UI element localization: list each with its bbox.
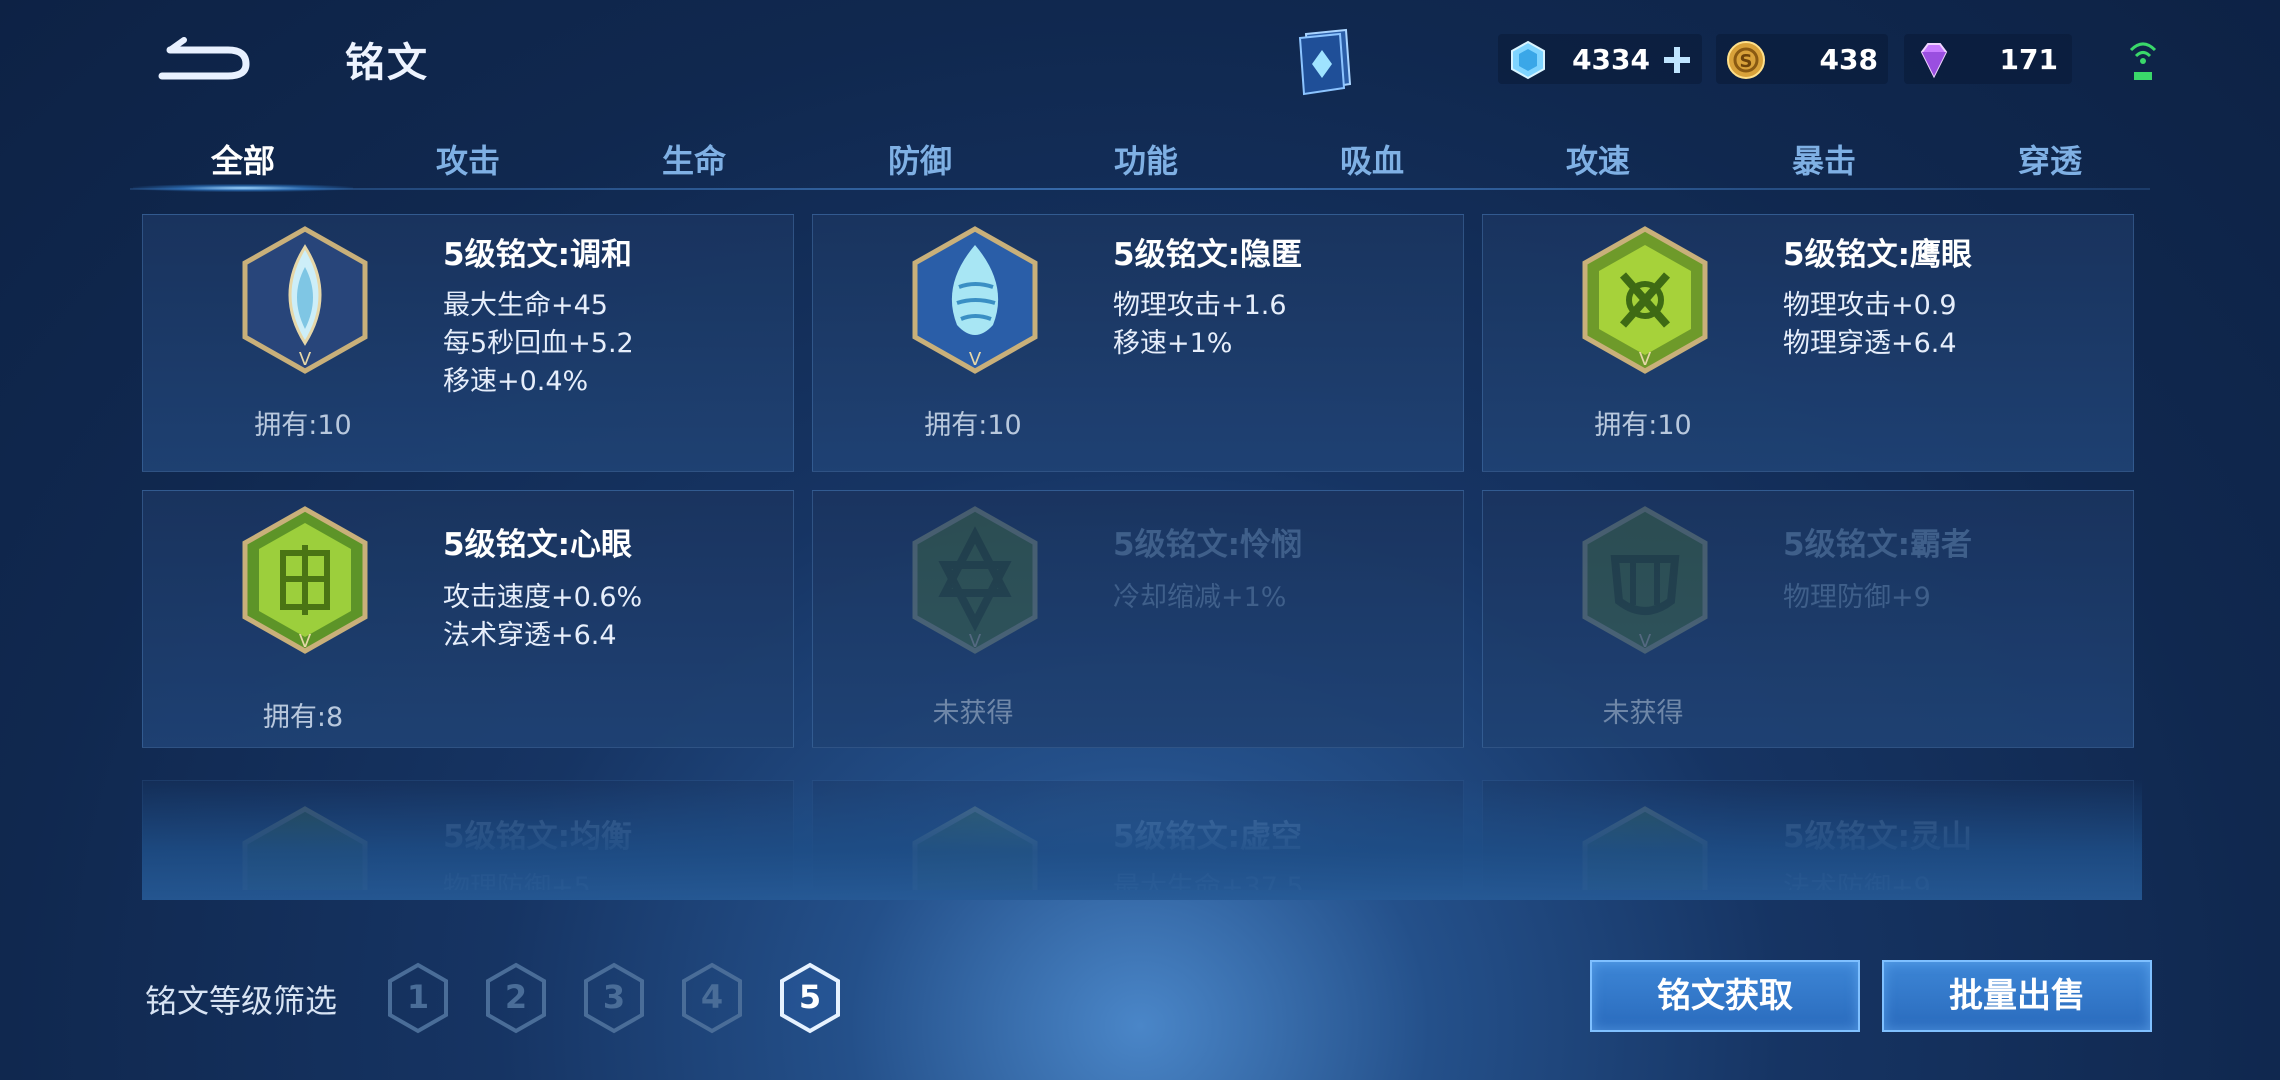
inscription-name: 5级铭文:均衡 bbox=[443, 819, 632, 855]
active-tab-indicator bbox=[133, 184, 353, 192]
tab-penetration[interactable]: 穿透 bbox=[1950, 136, 2150, 182]
inscription-stat: 攻击速度+0.6% bbox=[443, 582, 643, 613]
inscription-stat: 移速+0.4% bbox=[443, 366, 589, 397]
inscription-stat: 每5秒回血+5.2 bbox=[443, 328, 634, 359]
tab-attack-speed[interactable]: 攻速 bbox=[1498, 136, 1698, 182]
owned-count: 拥有:10 bbox=[1594, 410, 1692, 441]
svg-text:S: S bbox=[1740, 51, 1753, 72]
svg-text:V: V bbox=[299, 349, 312, 370]
svg-text:2: 2 bbox=[505, 978, 527, 1016]
owned-count: 拥有:10 bbox=[924, 410, 1022, 441]
wifi-signal-icon bbox=[2129, 42, 2157, 80]
tab-crit[interactable]: 暴击 bbox=[1724, 136, 1924, 182]
acquire-inscription-button[interactable]: 铭文获取 bbox=[1590, 960, 1860, 1032]
svg-text:3: 3 bbox=[603, 978, 625, 1016]
crystal-icon bbox=[1511, 40, 1545, 80]
crystal-value: 4334 bbox=[1572, 43, 1650, 76]
svg-text:5: 5 bbox=[799, 978, 821, 1016]
inscription-name: 5级铭文:怜悯 bbox=[1113, 527, 1302, 563]
svg-text:V: V bbox=[299, 631, 312, 652]
tab-lifesteal[interactable]: 吸血 bbox=[1272, 136, 1472, 182]
svg-text:V: V bbox=[969, 349, 982, 370]
inscription-grid: V 5级铭文:调和 最大生命+45 每5秒回血+5.2 移速+0.4% 拥有:1… bbox=[142, 214, 2142, 890]
gold-value: 438 bbox=[1819, 43, 1878, 76]
inscription-book-icon[interactable] bbox=[1290, 26, 1360, 98]
owned-count: 拥有:10 bbox=[254, 410, 352, 441]
inscription-stat: 法术防御+9 bbox=[1783, 872, 1931, 890]
inscription-stat: 最大生命+37.5 bbox=[1113, 872, 1304, 890]
overlord-inscription-icon: V bbox=[1582, 506, 1708, 654]
level-filter-label: 铭文等级筛选 bbox=[145, 982, 338, 1020]
not-obtained-label: 未获得 bbox=[1602, 698, 1684, 729]
svg-text:V: V bbox=[969, 631, 982, 652]
tab-attack[interactable]: 攻击 bbox=[368, 136, 568, 182]
level-filter-2[interactable]: 2 bbox=[484, 962, 548, 1034]
crystal-currency: 4334 bbox=[1498, 34, 1702, 84]
inscription-stat: 物理攻击+0.9 bbox=[1783, 290, 1957, 321]
inscription-name: 5级铭文:霸者 bbox=[1783, 527, 1972, 563]
void-inscription-icon bbox=[912, 806, 1038, 890]
diamond-currency: 171 bbox=[1904, 34, 2072, 84]
back-arrow-icon bbox=[158, 37, 250, 80]
inscription-card[interactable]: V 5级铭文:隐匿 物理攻击+1.6 移速+1% 拥有:10 bbox=[812, 214, 1464, 472]
level-filter-5[interactable]: 5 bbox=[778, 962, 842, 1034]
back-button[interactable] bbox=[150, 28, 260, 84]
inscription-card[interactable]: V 5级铭文:鹰眼 物理攻击+0.9 物理穿透+6.4 拥有:10 bbox=[1482, 214, 2134, 472]
inscription-name: 5级铭文:心眼 bbox=[443, 527, 632, 563]
inscription-card[interactable]: V 5级铭文:调和 最大生命+45 每5秒回血+5.2 移速+0.4% 拥有:1… bbox=[142, 214, 794, 472]
inscription-name: 5级铭文:隐匿 bbox=[1113, 237, 1302, 273]
diamond-icon bbox=[1920, 43, 1948, 79]
bulk-sell-button[interactable]: 批量出售 bbox=[1882, 960, 2152, 1032]
spirit-mountain-inscription-icon bbox=[1582, 806, 1708, 890]
inscription-stat: 冷却缩减+1% bbox=[1113, 582, 1287, 613]
inscription-stat: 物理攻击+1.6 bbox=[1113, 290, 1287, 321]
inscription-card[interactable]: 5级铭文:灵山 法术防御+9 bbox=[1482, 780, 2134, 890]
inscription-card[interactable]: V 5级铭文:怜悯 冷却缩减+1% 未获得 bbox=[812, 490, 1464, 748]
inscription-name: 5级铭文:调和 bbox=[443, 237, 632, 273]
gold-currency: S 438 bbox=[1716, 34, 1888, 84]
svg-text:4: 4 bbox=[701, 978, 723, 1016]
inscription-stat: 最大生命+45 bbox=[443, 290, 608, 321]
inscription-stat: 物理防御+5 bbox=[443, 872, 591, 890]
tab-utility[interactable]: 功能 bbox=[1046, 136, 1246, 182]
owned-count: 拥有:8 bbox=[262, 702, 344, 733]
gold-coin-icon: S bbox=[1727, 41, 1765, 79]
level-filter-4[interactable]: 4 bbox=[680, 962, 744, 1034]
harmony-inscription-icon: V bbox=[242, 226, 368, 374]
inscription-name: 5级铭文:虚空 bbox=[1113, 819, 1302, 855]
inscription-card[interactable]: 5级铭文:虚空 最大生命+37.5 bbox=[812, 780, 1464, 890]
page-title: 铭文 bbox=[345, 40, 429, 86]
inscription-card[interactable]: 5级铭文:均衡 物理防御+5 bbox=[142, 780, 794, 890]
svg-text:1: 1 bbox=[407, 978, 429, 1016]
balance-inscription-icon bbox=[242, 806, 368, 890]
inscription-card[interactable]: V 5级铭文:心眼 攻击速度+0.6% 法术穿透+6.4 拥有:8 bbox=[142, 490, 794, 748]
tab-all[interactable]: 全部 bbox=[143, 136, 343, 182]
level-filter-1[interactable]: 1 bbox=[386, 962, 450, 1034]
inscription-stat: 移速+1% bbox=[1113, 328, 1233, 359]
level-filter-3[interactable]: 3 bbox=[582, 962, 646, 1034]
inscription-stat: 物理穿透+6.4 bbox=[1783, 328, 1957, 359]
inscription-stat: 法术穿透+6.4 bbox=[443, 620, 617, 651]
svg-text:V: V bbox=[1639, 349, 1652, 370]
not-obtained-label: 未获得 bbox=[932, 698, 1014, 729]
add-icon[interactable] bbox=[1662, 45, 1692, 75]
tab-defense[interactable]: 防御 bbox=[820, 136, 1020, 182]
inscription-card[interactable]: V 5级铭文:霸者 物理防御+9 未获得 bbox=[1482, 490, 2134, 748]
stealth-inscription-icon: V bbox=[912, 226, 1038, 374]
tab-divider bbox=[130, 188, 2150, 190]
diamond-value: 171 bbox=[1999, 43, 2058, 76]
tab-health[interactable]: 生命 bbox=[594, 136, 794, 182]
inscription-name: 5级铭文:鹰眼 bbox=[1783, 237, 1972, 273]
mercy-inscription-icon: V bbox=[912, 506, 1038, 654]
svg-text:V: V bbox=[1639, 631, 1652, 652]
inscription-stat: 物理防御+9 bbox=[1783, 582, 1931, 613]
mind-eye-inscription-icon: V bbox=[242, 506, 368, 654]
inscription-name: 5级铭文:灵山 bbox=[1783, 819, 1972, 855]
hawkeye-inscription-icon: V bbox=[1582, 226, 1708, 374]
category-tabs: 全部 攻击 生命 防御 功能 吸血 攻速 暴击 穿透 bbox=[130, 130, 2150, 192]
